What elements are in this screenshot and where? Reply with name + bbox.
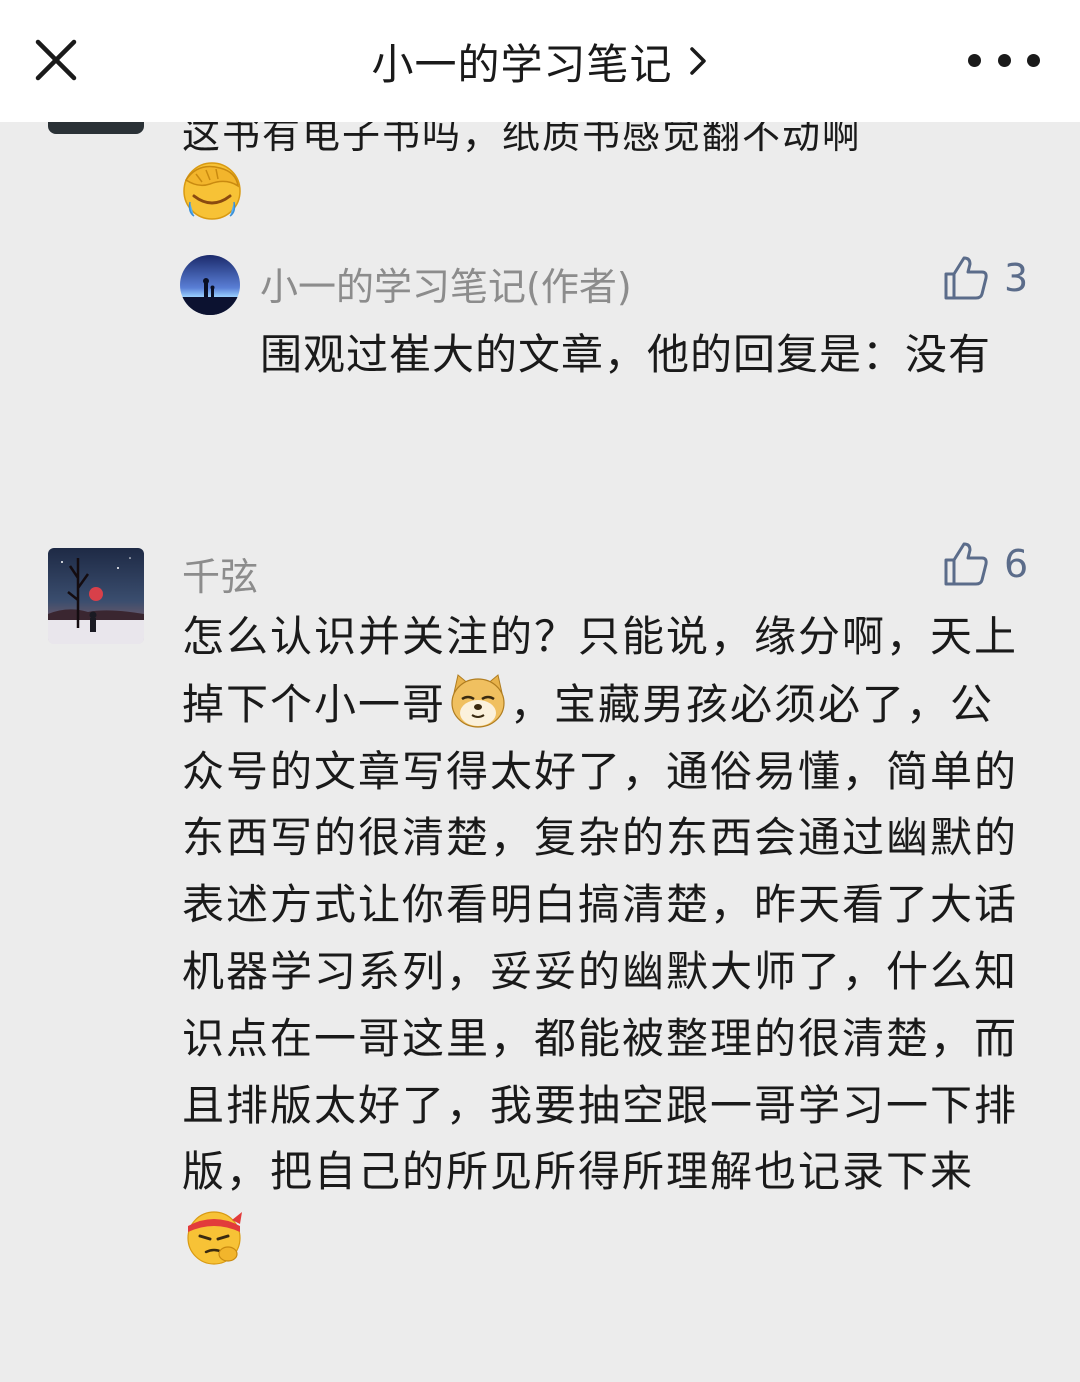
- close-button[interactable]: [28, 32, 84, 88]
- page-title: 小一的学习笔记: [371, 39, 673, 89]
- commenter-avatar[interactable]: [48, 548, 144, 644]
- reply-text: 围观过崔大的文章，他的回复是：没有: [260, 330, 992, 379]
- commenter-name[interactable]: 千弦: [182, 546, 258, 601]
- more-icon-dot: [968, 53, 981, 67]
- close-icon: [35, 39, 77, 81]
- more-icon-dot: [1027, 53, 1040, 67]
- comment-text: 怎么认识并关注的？只能说，缘分啊，天上掉下个小一哥 ，宝藏男孩必须必了，公众号的…: [182, 604, 1032, 1274]
- determined-emoji-icon: [187, 1211, 242, 1265]
- reply-like-count: 3: [1004, 256, 1029, 300]
- facepalm-emoji-icon: [183, 162, 241, 220]
- top-bar: 小一的学习笔记: [0, 0, 1080, 122]
- comment-like-count: 6: [1004, 542, 1029, 586]
- more-icon-dot: [997, 53, 1011, 67]
- reply-author-avatar[interactable]: [180, 255, 240, 315]
- thumbs-up-icon: [944, 542, 988, 586]
- thumbs-up-icon: [944, 256, 988, 300]
- reply-like-button[interactable]: 3: [942, 254, 1028, 302]
- comment-like-button[interactable]: 6: [942, 540, 1028, 588]
- reply-author-name[interactable]: 小一的学习笔记(作者): [260, 256, 632, 311]
- more-button[interactable]: [968, 42, 1040, 78]
- doge-emoji-icon: [451, 673, 505, 728]
- account-title-link[interactable]: 小一的学习笔记: [371, 31, 708, 92]
- chevron-right-icon: [689, 47, 706, 75]
- comment-text-part2: ，宝藏男孩必须必了，公众号的文章写得太好了，通俗易懂，简单的东西写的很清楚，复杂…: [182, 679, 1019, 1197]
